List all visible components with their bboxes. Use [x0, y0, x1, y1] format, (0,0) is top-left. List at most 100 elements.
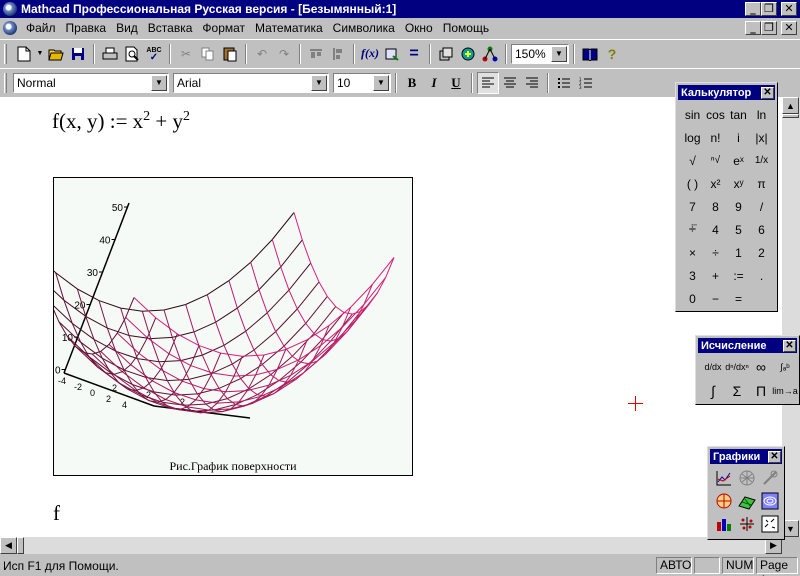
calc-button[interactable]: x² [704, 172, 727, 195]
font-dropdown[interactable]: Arial ▼ [173, 72, 329, 93]
calculus-button[interactable]: ∞ [749, 355, 773, 379]
graphs-palette[interactable]: Графики ✕ [707, 446, 785, 540]
calc-button[interactable]: xʸ [727, 172, 750, 195]
close-icon[interactable]: ✕ [768, 450, 781, 463]
calc-button[interactable]: √ [681, 149, 704, 172]
vertical-scroll-thumb[interactable] [782, 114, 799, 118]
insert-unit-icon[interactable] [381, 43, 403, 65]
underline-button[interactable]: U [445, 72, 467, 94]
close-icon[interactable]: ✕ [783, 339, 796, 352]
calc-button[interactable]: tan [727, 103, 750, 126]
insert-function-icon[interactable]: f(x) [359, 43, 381, 65]
minimize-button[interactable]: _ [745, 2, 761, 16]
calc-button[interactable]: 5 [727, 218, 750, 241]
graphs-palette-title-bar[interactable]: Графики ✕ [710, 449, 782, 464]
calc-button[interactable]: 1/x [750, 149, 773, 172]
horizontal-scroll-thumb[interactable] [17, 537, 24, 554]
calc-button[interactable]: n! [704, 126, 727, 149]
spell-check-icon[interactable]: ABC ✓ [143, 43, 165, 65]
doc-close-button[interactable]: ✕ [781, 21, 797, 35]
undo-icon[interactable]: ↶ [251, 43, 273, 65]
calc-button[interactable]: 8 [704, 195, 727, 218]
calculus-button[interactable]: d/dx [701, 355, 725, 379]
calc-button[interactable]: log [681, 126, 704, 149]
calculus-button[interactable]: ∫ [701, 379, 725, 403]
surface-plot-icon[interactable] [712, 489, 735, 512]
xy-plot-icon[interactable] [712, 466, 735, 489]
calc-button[interactable]: 6 [750, 218, 773, 241]
calc-button[interactable]: cos [704, 103, 727, 126]
horizontal-scrollbar[interactable]: ◀ ▶ [0, 537, 782, 554]
3d-scatter-icon[interactable] [735, 512, 758, 535]
close-icon[interactable]: ✕ [761, 86, 774, 99]
doc-minimize-button[interactable]: _ [745, 21, 761, 35]
menu-format[interactable]: Формат [197, 21, 250, 35]
new-document-icon[interactable] [13, 43, 35, 65]
align-left-icon[interactable] [327, 43, 349, 65]
save-disk-icon[interactable] [67, 43, 89, 65]
help-question-icon[interactable]: ? [601, 43, 623, 65]
calc-button[interactable]: ln [750, 103, 773, 126]
copy-icon[interactable] [197, 43, 219, 65]
calc-button[interactable]: = [727, 287, 750, 310]
print-icon[interactable] [99, 43, 121, 65]
menu-help[interactable]: Помощь [438, 21, 494, 35]
calc-button[interactable]: 1 [727, 241, 750, 264]
calc-button[interactable]: 2 [750, 241, 773, 264]
math-region-f[interactable]: f [53, 501, 60, 526]
calc-button[interactable]: := [727, 264, 750, 287]
menu-insert[interactable]: Вставка [143, 21, 198, 35]
chevron-down-icon[interactable]: ▼ [551, 45, 567, 62]
document-icon[interactable] [3, 21, 17, 35]
contour-plot-icon[interactable] [758, 489, 781, 512]
calculus-button[interactable]: ∫ₐᵇ [773, 355, 797, 379]
calc-button[interactable]: + [704, 264, 727, 287]
calculus-button[interactable]: dⁿ/dxⁿ [725, 355, 749, 379]
resource-center-book-icon[interactable] [579, 43, 601, 65]
calc-button[interactable]: eˣ [727, 149, 750, 172]
calc-button[interactable]: ÷⃛ [681, 218, 704, 241]
calc-button[interactable]: / [750, 195, 773, 218]
align-right-text-icon[interactable] [521, 72, 543, 94]
contour-wand-icon[interactable] [758, 466, 781, 489]
calculus-palette-title-bar[interactable]: Исчисление ✕ [698, 338, 797, 353]
cut-icon[interactable]: ✂ [175, 43, 197, 65]
menu-math[interactable]: Математика [250, 21, 328, 35]
3d-bar-chart-icon[interactable] [712, 512, 735, 535]
zoom-dropdown[interactable]: 150% ▼ [511, 43, 569, 64]
print-preview-icon[interactable] [121, 43, 143, 65]
surface-plot[interactable]: 50 40 30 20 10 0 -4 -2 0 2 4 2 2 2 Рис.График поверхн… [53, 177, 413, 476]
calc-button[interactable]: ( ) [681, 172, 704, 195]
insert-component-icon[interactable] [479, 43, 501, 65]
restore-button[interactable]: ❐ [761, 2, 777, 16]
menu-symbolics[interactable]: Символика [328, 21, 400, 35]
menu-file[interactable]: Файл [21, 21, 61, 35]
chevron-down-icon[interactable]: ▼ [311, 74, 327, 91]
align-top-icon[interactable] [305, 43, 327, 65]
calc-button[interactable]: − [704, 287, 727, 310]
calc-button[interactable]: 0 [681, 287, 704, 310]
component-wizard-icon[interactable] [435, 43, 457, 65]
calc-button[interactable]: . [750, 264, 773, 287]
menu-view[interactable]: Вид [111, 21, 143, 35]
calc-button[interactable]: ÷ [704, 241, 727, 264]
calculus-button[interactable]: Σ [725, 379, 749, 403]
polar-plot-icon[interactable] [735, 466, 758, 489]
italic-button[interactable]: I [423, 72, 445, 94]
new-dropdown-arrow-icon[interactable]: ▼ [35, 43, 45, 65]
3d-surface-icon[interactable] [735, 489, 758, 512]
style-dropdown[interactable]: Normal ▼ [13, 72, 169, 93]
paste-icon[interactable] [219, 43, 241, 65]
run-math-connex-icon[interactable] [457, 43, 479, 65]
calc-button[interactable]: 7 [681, 195, 704, 218]
scroll-up-arrow-icon[interactable]: ▲ [782, 97, 799, 114]
numbered-list-icon[interactable]: 123 [575, 72, 597, 94]
calculus-button[interactable]: lim→a [772, 379, 798, 403]
vector-field-icon[interactable] [758, 512, 781, 535]
calculus-palette[interactable]: Исчисление ✕ d/dx dⁿ/dxⁿ ∞ ∫ₐᵇ ∫ Σ Πlim→a [695, 335, 800, 405]
calc-button[interactable]: sin [681, 103, 704, 126]
calc-button[interactable]: i [727, 126, 750, 149]
menu-window[interactable]: Окно [400, 21, 438, 35]
calculus-button[interactable]: Π [749, 379, 773, 403]
bullet-list-icon[interactable] [553, 72, 575, 94]
